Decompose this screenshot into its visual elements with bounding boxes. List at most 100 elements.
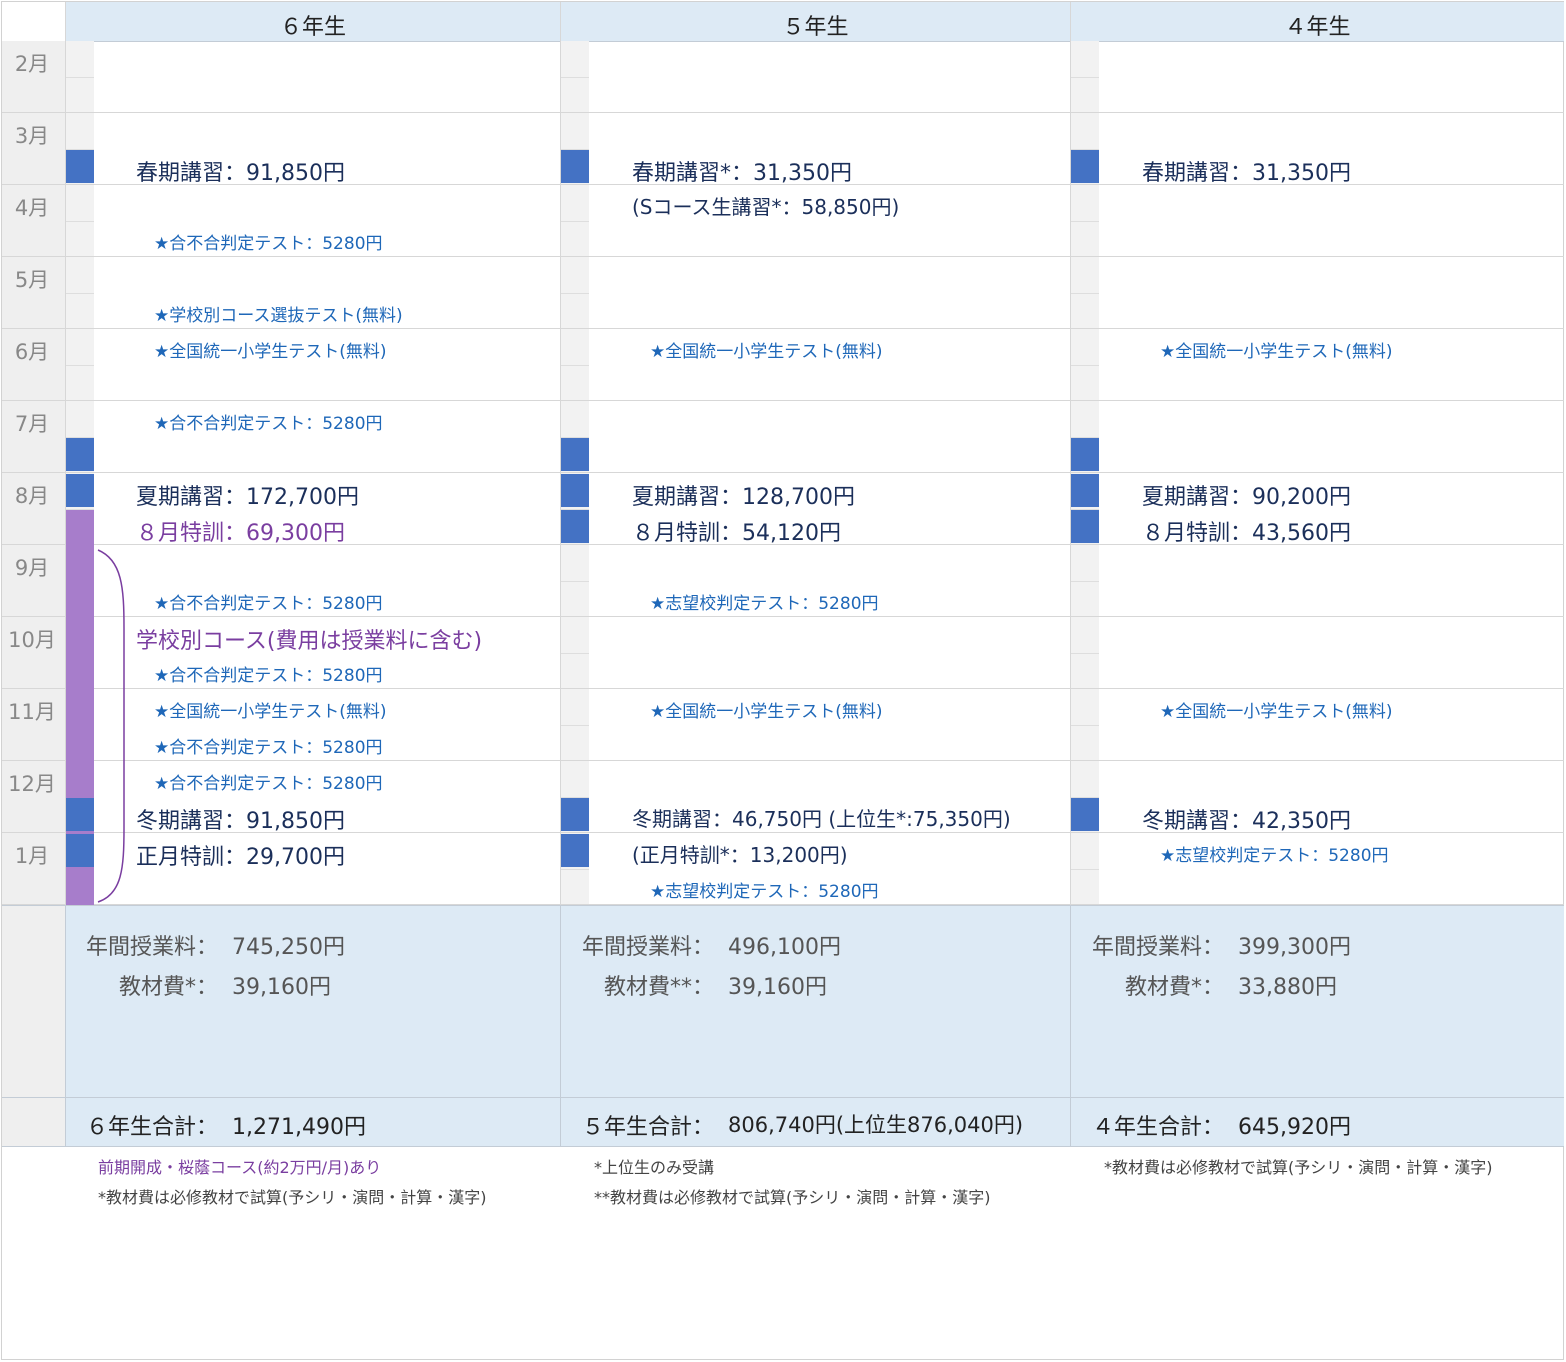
g5-total-label: ５年生合計：: [581, 1115, 714, 1140]
g5-note: **教材費は必修教材で試算(予シリ・演問・計算・漢字): [594, 1188, 991, 1207]
g6-summer: 夏期講習：172,700円: [136, 485, 359, 510]
g6-test: ★合不合判定テスト：5280円: [154, 594, 383, 614]
g6-new-year: 正月特訓：29,700円: [136, 845, 345, 870]
half-month-tick: [561, 725, 589, 726]
school-course-bracket: [97, 549, 125, 903]
month-row-border: [2, 256, 1564, 257]
half-month-tick: [66, 77, 94, 78]
session-bar: [561, 834, 589, 867]
g5-note: *上位生のみ受講: [594, 1158, 715, 1177]
month-row-border: [2, 616, 1564, 617]
g5-summer: 夏期講習：128,700円: [632, 485, 855, 510]
g6-school-course: 学校別コース(費用は授業料に含む): [136, 629, 483, 654]
g6-note: *教材費は必修教材で試算(予シリ・演問・計算・漢字): [98, 1188, 487, 1207]
g4-material-value: 33,880円: [1238, 975, 1337, 1000]
g4-material-label: 教材費*：: [1124, 975, 1224, 1000]
g5-aug-special: ８月特訓：54,120円: [632, 521, 841, 546]
half-month-tick: [561, 293, 589, 294]
g6-tuition-value: 745,250円: [232, 935, 345, 960]
totals-top-line: [2, 1097, 1564, 1098]
g4-winter: 冬期講習：42,350円: [1142, 809, 1351, 834]
g4-test: ★全国統一小学生テスト(無料): [1160, 342, 1393, 362]
session-bar: [66, 474, 94, 507]
g4-note: *教材費は必修教材で試算(予シリ・演問・計算・漢字): [1104, 1158, 1493, 1177]
month-label: 5月: [14, 268, 50, 292]
half-month-tick: [561, 365, 589, 366]
g6-test: ★合不合判定テスト：5280円: [154, 234, 383, 254]
half-month-tick: [66, 365, 94, 366]
month-label: 2月: [14, 52, 50, 76]
session-bar: [1071, 510, 1099, 543]
half-month-tick: [1071, 725, 1099, 726]
month-row-border: [2, 400, 1564, 401]
month-row-border: [2, 472, 1564, 473]
g5-s-course: (Sコース生講習*：58,850円): [632, 195, 900, 219]
g6-spring: 春期講習：91,850円: [136, 161, 345, 186]
month-label: 8月: [14, 484, 50, 508]
g5-material-label: 教材費**：: [603, 975, 714, 1000]
header-corner: [2, 2, 65, 42]
header-grade4: ４年生: [1071, 2, 1564, 42]
summary-divider: [560, 905, 561, 1147]
g4-total-label: ４年生合計：: [1091, 1115, 1224, 1140]
summary-top-line: [2, 905, 1564, 906]
g5-tuition-label: 年間授業料：: [581, 935, 714, 960]
g4-tuition-label: 年間授業料：: [1091, 935, 1224, 960]
header-grade6: ６年生: [66, 2, 560, 42]
month-label: 3月: [14, 124, 50, 148]
g5-test: ★全国統一小学生テスト(無料): [650, 342, 883, 362]
header-grade5: ５年生: [561, 2, 1070, 42]
g6-total-label: ６年生合計：: [85, 1115, 218, 1140]
half-month-tick: [1071, 293, 1099, 294]
session-bar: [1071, 150, 1099, 183]
g5-test: ★志望校判定テスト：5280円: [650, 882, 879, 902]
g6-test: ★合不合判定テスト：5280円: [154, 738, 383, 758]
totals-bottom-line: [2, 1146, 1564, 1147]
session-bar: [561, 474, 589, 507]
month-label: 11月: [8, 700, 56, 724]
half-month-tick: [66, 293, 94, 294]
half-month-tick: [561, 581, 589, 582]
half-month-tick: [1071, 869, 1099, 870]
session-bar: [66, 150, 94, 183]
half-month-tick: [1071, 365, 1099, 366]
month-label: 10月: [8, 628, 56, 652]
half-month-tick: [1071, 77, 1099, 78]
session-bar: [1071, 474, 1099, 507]
month-label: 12月: [8, 772, 56, 796]
g5-test: ★全国統一小学生テスト(無料): [650, 702, 883, 722]
header-grade5-label: ５年生: [782, 15, 849, 40]
g5-spring: 春期講習*：31,350円: [632, 161, 852, 186]
half-month-tick: [561, 869, 589, 870]
g5-winter: 冬期講習：46,750円 (上位生*:75,350円): [632, 807, 1011, 831]
g4-spring: 春期講習：31,350円: [1142, 161, 1351, 186]
month-row-border: [2, 760, 1564, 761]
g6-test: ★合不合判定テスト：5280円: [154, 666, 383, 686]
g6-test: ★全国統一小学生テスト(無料): [154, 702, 387, 722]
summary-divider: [1070, 905, 1071, 1147]
month-label: 1月: [14, 844, 50, 868]
month-label: 6月: [14, 340, 50, 364]
g4-test: ★全国統一小学生テスト(無料): [1160, 702, 1393, 722]
summary-spacer: [2, 906, 65, 1146]
month-label: 4月: [14, 196, 50, 220]
g6-tuition-label: 年間授業料：: [85, 935, 218, 960]
half-month-tick: [1071, 581, 1099, 582]
g5-total-value: 806,740円(上位生876,040円): [728, 1113, 1024, 1137]
month-row-border: [2, 688, 1564, 689]
g4-summer: 夏期講習：90,200円: [1142, 485, 1351, 510]
half-month-tick: [561, 77, 589, 78]
g6-test: ★合不合判定テスト：5280円: [154, 774, 383, 794]
g5-test: ★志望校判定テスト：5280円: [650, 594, 879, 614]
g4-aug-special: ８月特訓：43,560円: [1142, 521, 1351, 546]
session-bar: [561, 510, 589, 543]
g4-test: ★志望校判定テスト：5280円: [1160, 846, 1389, 866]
g5-new-year: (正月特訓*：13,200円): [632, 843, 848, 867]
session-bar: [561, 150, 589, 183]
half-month-tick: [1071, 221, 1099, 222]
g4-total-value: 645,920円: [1238, 1115, 1351, 1140]
g6-winter: 冬期講習：91,850円: [136, 809, 345, 834]
g5-tuition-value: 496,100円: [728, 935, 841, 960]
session-bar: [561, 438, 589, 471]
g6-material-label: 教材費*：: [118, 975, 218, 1000]
